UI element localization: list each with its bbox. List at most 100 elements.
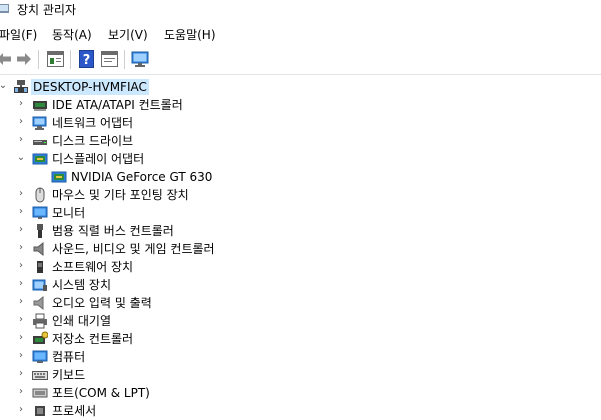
tree-item-label: 저장소 컨트롤러 xyxy=(52,332,134,346)
tree-item-display-adapter[interactable]: ⌄ 디스플레이 어댑터 xyxy=(0,150,601,168)
chevron-right-icon[interactable]: › xyxy=(16,368,26,380)
properties-icon xyxy=(46,51,64,67)
port-icon xyxy=(32,388,48,398)
display-adapter-icon xyxy=(32,153,48,165)
tree-item-label: 범용 직렬 버스 컨트롤러 xyxy=(52,224,174,238)
keyboard-icon xyxy=(32,371,48,380)
back-button[interactable] xyxy=(0,50,13,68)
chevron-right-icon[interactable]: › xyxy=(16,206,26,218)
tree-item-label: 네트워크 어댑터 xyxy=(52,116,134,130)
menu-bar: 파일(F) 동작(A) 보기(V) 도움말(H) xyxy=(0,24,601,44)
tree-item-ide-controller[interactable]: › IDE ATA/ATAPI 컨트롤러 xyxy=(0,96,601,114)
ide-controller-icon xyxy=(33,101,47,111)
tree-item-label: 포트(COM & LPT) xyxy=(52,386,150,400)
tree-item-label: 모니터 xyxy=(52,206,86,220)
tree-item-label: 프로세서 xyxy=(52,404,97,418)
chevron-right-icon[interactable]: › xyxy=(16,260,26,272)
tree-root[interactable]: ⌄ DESKTOP-HVMFIAC xyxy=(0,78,601,96)
tree-item-audio-io[interactable]: › 오디오 입력 및 출력 xyxy=(0,294,601,312)
tree-item-monitor[interactable]: › 모니터 xyxy=(0,204,601,222)
toolbar-separator xyxy=(70,50,71,69)
menu-help[interactable]: 도움말(H) xyxy=(164,26,216,43)
chevron-right-icon[interactable]: › xyxy=(16,332,26,344)
system-device-icon xyxy=(32,279,47,291)
forward-arrow-icon xyxy=(17,53,31,65)
svg-text:?: ? xyxy=(82,53,90,68)
software-device-icon xyxy=(37,261,43,273)
chevron-right-icon[interactable]: › xyxy=(16,278,26,290)
chevron-right-icon[interactable]: › xyxy=(16,314,26,326)
device-tree: ⌄ DESKTOP-HVMFIAC › IDE ATA/ATAPI 컨트롤러 ›… xyxy=(0,76,601,418)
storage-controller-icon xyxy=(33,331,48,344)
menu-view[interactable]: 보기(V) xyxy=(108,26,148,43)
network-adapter-icon xyxy=(32,116,47,130)
chevron-right-icon[interactable]: › xyxy=(16,350,26,362)
chevron-right-icon[interactable]: › xyxy=(16,134,26,146)
tree-item-label: 디스플레이 어댑터 xyxy=(52,152,145,166)
chevron-down-icon[interactable]: ⌄ xyxy=(0,80,8,92)
title-bar: 장치 관리자 xyxy=(0,0,601,20)
update-driver-icon xyxy=(100,51,118,67)
tree-item-label: 시스템 장치 xyxy=(52,278,112,292)
tree-item-label: 키보드 xyxy=(52,368,86,382)
tree-item-nvidia-gpu[interactable]: NVIDIA GeForce GT 630 xyxy=(0,168,601,186)
chevron-right-icon[interactable]: › xyxy=(16,296,26,308)
toolbar-separator xyxy=(38,50,39,69)
help-button[interactable]: ? xyxy=(77,50,95,68)
toolbar-separator xyxy=(124,50,125,69)
tree-item-label: 인쇄 대기열 xyxy=(52,314,112,328)
display-adapter-icon xyxy=(51,171,67,183)
disk-drive-icon xyxy=(33,140,47,145)
tree-item-keyboard[interactable]: › 키보드 xyxy=(0,366,601,384)
chevron-down-icon[interactable]: ⌄ xyxy=(16,152,26,164)
tree-item-software-device[interactable]: › 소프트웨어 장치 xyxy=(0,258,601,276)
back-arrow-icon xyxy=(0,53,11,65)
tree-item-network-adapter[interactable]: › 네트워크 어댑터 xyxy=(0,114,601,132)
properties-button[interactable] xyxy=(46,50,64,68)
audio-icon xyxy=(33,295,44,311)
mouse-icon xyxy=(35,187,45,203)
tree-item-sound[interactable]: › 사운드, 비디오 및 게임 컨트롤러 xyxy=(0,240,601,258)
tree-root-label: DESKTOP-HVMFIAC xyxy=(31,79,149,95)
tree-item-label: 오디오 입력 및 출력 xyxy=(52,296,152,310)
sound-icon xyxy=(33,241,44,257)
chevron-right-icon[interactable]: › xyxy=(16,242,26,254)
tree-item-mouse[interactable]: › 마우스 및 기타 포인팅 장치 xyxy=(0,186,601,204)
monitor-icon xyxy=(32,206,48,219)
computer-icon xyxy=(32,350,48,363)
tree-item-label: 마우스 및 기타 포인팅 장치 xyxy=(52,188,189,202)
chevron-right-icon[interactable]: › xyxy=(16,116,26,128)
chevron-right-icon[interactable]: › xyxy=(16,224,26,236)
tree-item-label: 디스크 드라이브 xyxy=(52,134,134,148)
tree-item-label: 사운드, 비디오 및 게임 컨트롤러 xyxy=(52,242,215,256)
tree-item-storage-controller[interactable]: › 저장소 컨트롤러 xyxy=(0,330,601,348)
tree-item-label: 컴퓨터 xyxy=(52,350,86,364)
tree-item-processor[interactable]: › 프로세서 xyxy=(0,402,601,420)
chevron-right-icon[interactable]: › xyxy=(16,98,26,110)
usb-icon xyxy=(37,224,43,238)
tree-item-ports[interactable]: › 포트(COM & LPT) xyxy=(0,384,601,402)
toolbar: ? xyxy=(0,44,601,75)
tree-item-usb[interactable]: › 범용 직렬 버스 컨트롤러 xyxy=(0,222,601,240)
tree-item-label: IDE ATA/ATAPI 컨트롤러 xyxy=(52,98,183,112)
menu-file[interactable]: 파일(F) xyxy=(0,26,37,43)
tree-item-disk-drive[interactable]: › 디스크 드라이브 xyxy=(0,132,601,150)
printer-icon xyxy=(33,313,47,329)
update-driver-button[interactable] xyxy=(100,50,118,68)
tree-item-label: 소프트웨어 장치 xyxy=(52,260,134,274)
tree-item-system-device[interactable]: › 시스템 장치 xyxy=(0,276,601,294)
chevron-right-icon[interactable]: › xyxy=(16,188,26,200)
tree-item-print-queue[interactable]: › 인쇄 대기열 xyxy=(0,312,601,330)
processor-icon xyxy=(35,406,45,416)
computer-root-icon xyxy=(14,80,28,93)
tree-item-computer[interactable]: › 컴퓨터 xyxy=(0,348,601,366)
window-title: 장치 관리자 xyxy=(17,3,77,17)
scan-hardware-button[interactable] xyxy=(131,50,149,68)
device-manager-app-icon xyxy=(0,4,9,13)
chevron-right-icon[interactable]: › xyxy=(16,386,26,398)
tree-item-label: NVIDIA GeForce GT 630 xyxy=(71,170,213,184)
scan-hardware-icon xyxy=(131,51,149,67)
menu-action[interactable]: 동작(A) xyxy=(52,26,92,43)
help-icon: ? xyxy=(78,50,94,68)
forward-button[interactable] xyxy=(15,50,33,68)
